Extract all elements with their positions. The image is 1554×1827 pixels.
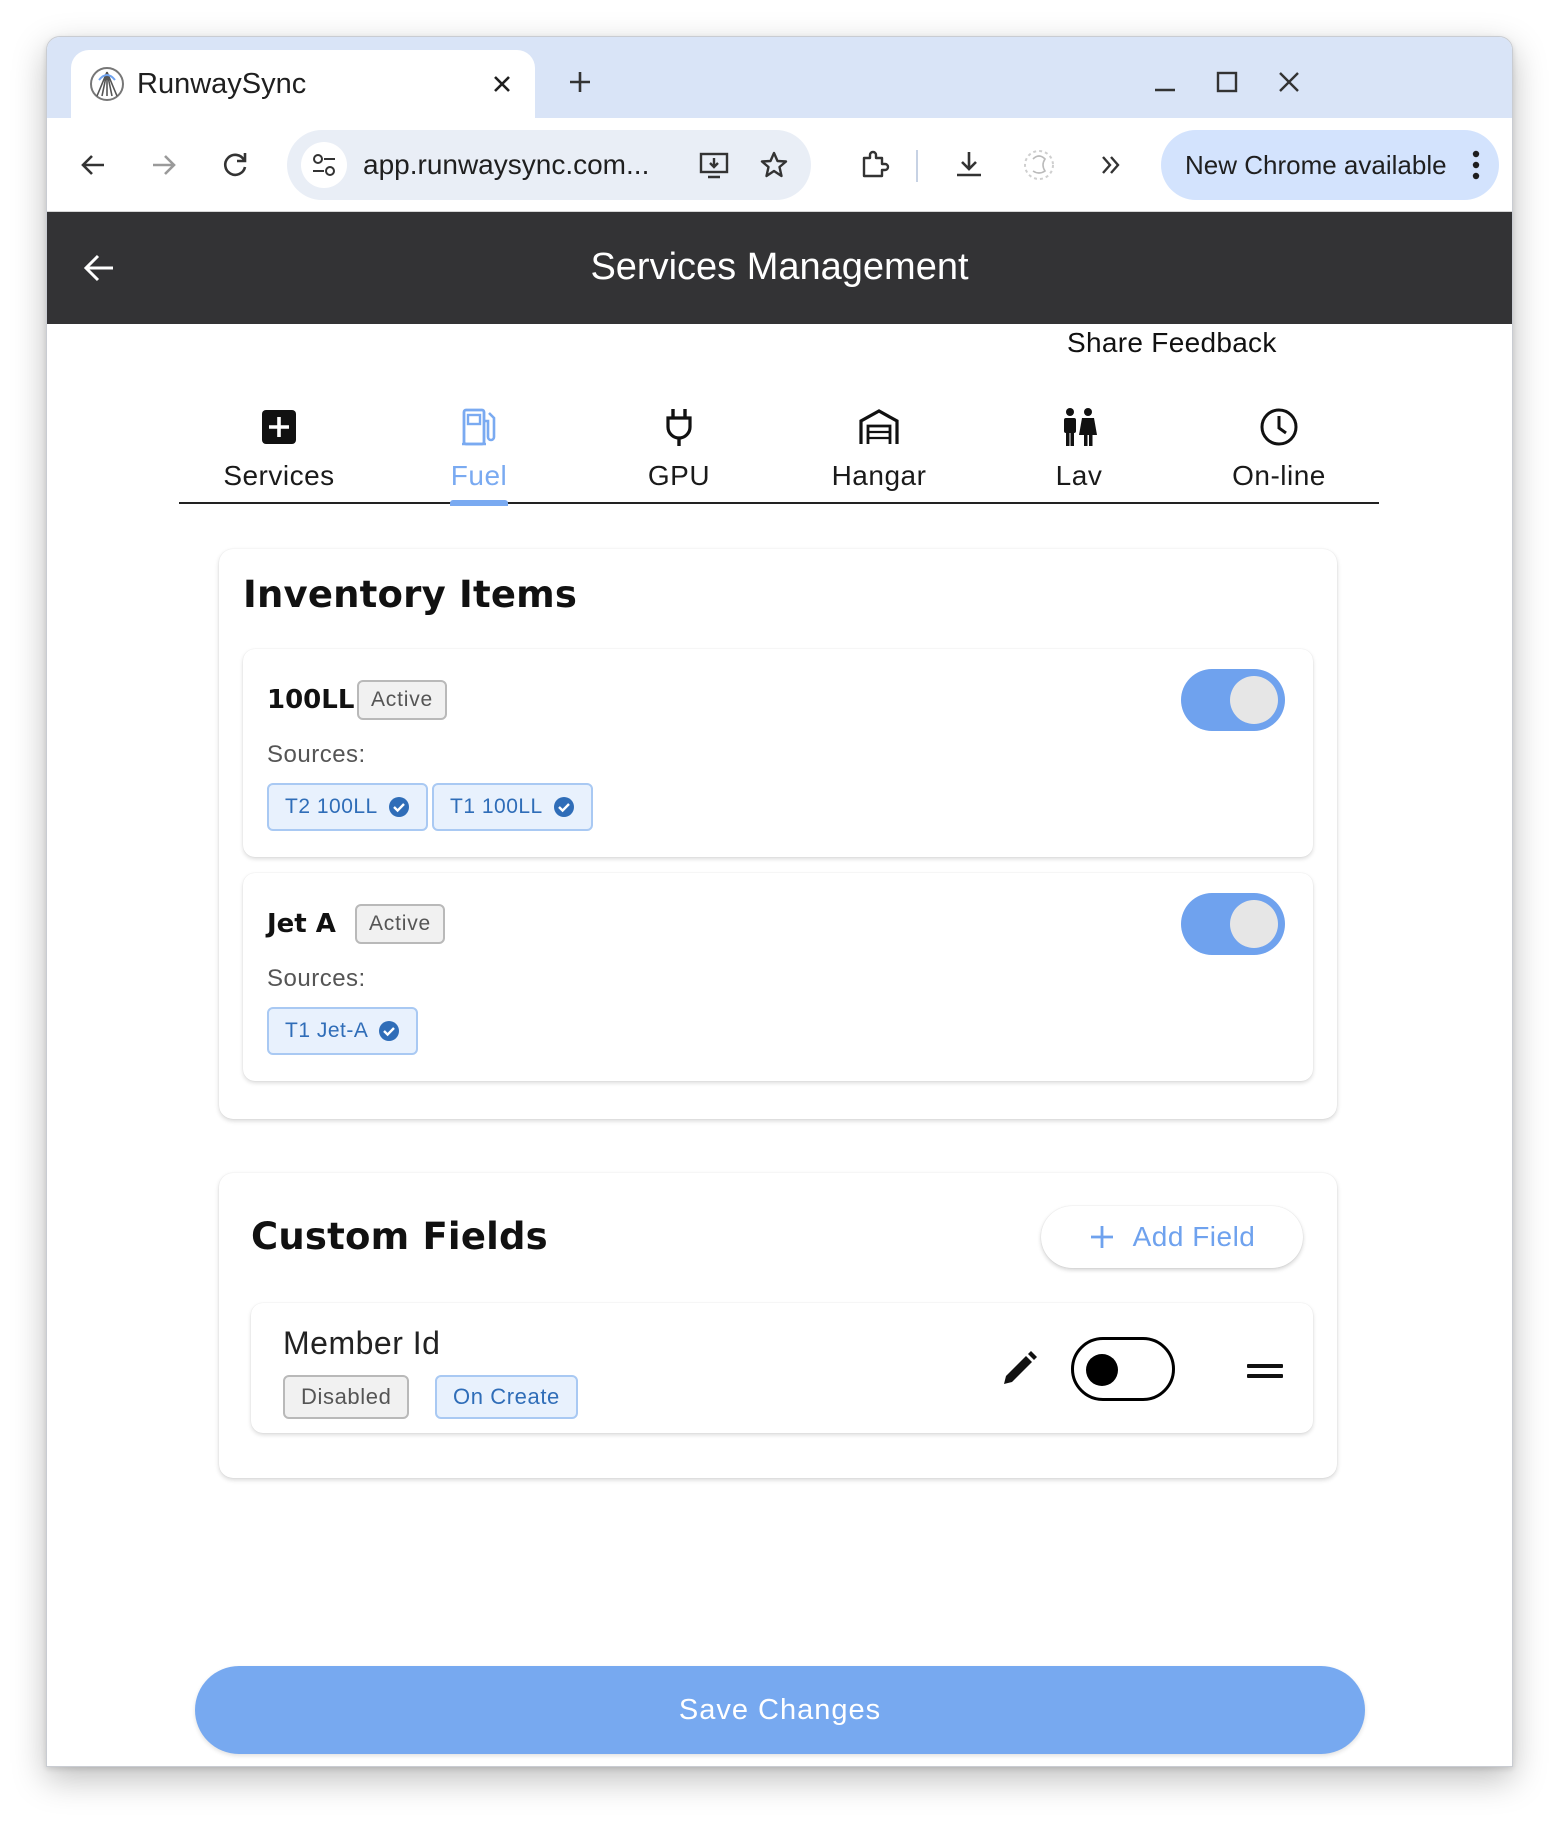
active-tab-indicator (450, 500, 508, 506)
tab-lav[interactable]: Lav (979, 394, 1179, 504)
tab-hangar[interactable]: Hangar (779, 394, 979, 504)
inventory-item: 100LL Active Sources: T2 100LL T1 100LL (243, 649, 1313, 857)
plus-box-icon (256, 404, 302, 450)
close-window-icon[interactable] (1264, 57, 1314, 107)
pencil-icon[interactable] (997, 1347, 1041, 1391)
plus-icon (1090, 1226, 1113, 1248)
drag-handle-icon[interactable] (1247, 1359, 1283, 1383)
browser-window: RunwaySync app.runwaysync.com... New Chr… (46, 36, 1513, 1767)
status-badge: Active (355, 904, 445, 944)
inventory-item: Jet A Active Sources: T1 Jet-A (243, 873, 1313, 1081)
page-title: Services Management (590, 246, 969, 288)
service-tabs: Services Fuel GPU Hangar Lav On-line (179, 394, 1379, 506)
item-enabled-toggle[interactable] (1181, 893, 1285, 955)
fuel-pump-icon (456, 404, 502, 450)
add-field-button[interactable]: Add Field (1041, 1206, 1303, 1268)
save-changes-button[interactable]: Save Changes (195, 1666, 1365, 1754)
custom-field-row: Member Id Disabled On Create (251, 1303, 1313, 1433)
url-text: app.runwaysync.com... (363, 149, 650, 180)
check-circle-icon (388, 797, 409, 817)
toolbar-separator (916, 150, 918, 182)
item-enabled-toggle[interactable] (1181, 669, 1285, 731)
app-header: Services Management (47, 212, 1512, 324)
item-name: 100LL (267, 685, 355, 715)
inventory-title: Inventory Items (243, 573, 578, 616)
tab-fuel[interactable]: Fuel (379, 394, 579, 506)
toggle-knob (1086, 1354, 1118, 1386)
power-plug-icon (656, 404, 702, 450)
tab-online[interactable]: On-line (1179, 394, 1379, 504)
profile-avatar-icon[interactable] (1013, 139, 1065, 191)
site-info-icon[interactable] (301, 142, 347, 188)
source-chip: T1 100LL (432, 783, 593, 831)
check-circle-icon (553, 797, 574, 817)
source-chip: T1 Jet-A (267, 1007, 419, 1055)
browser-toolbar: app.runwaysync.com... New Chrome availab… (47, 118, 1512, 212)
tab-strip: RunwaySync (47, 37, 1512, 118)
toggle-knob (1230, 676, 1278, 724)
browser-tab-title: RunwaySync (137, 67, 307, 100)
check-circle-icon (379, 1021, 400, 1041)
source-chip: T2 100LL (267, 783, 428, 831)
field-name: Member Id (283, 1325, 441, 1361)
back-icon[interactable] (67, 139, 119, 191)
runwaysync-favicon-icon (90, 67, 124, 101)
extensions-icon[interactable] (849, 139, 901, 191)
minimize-icon[interactable] (1140, 57, 1190, 107)
tab-services[interactable]: Services (179, 394, 379, 504)
omnibox[interactable]: app.runwaysync.com... (287, 130, 811, 200)
source-chip-label: T1 100LL (450, 795, 543, 818)
save-changes-label: Save Changes (678, 1693, 882, 1726)
chrome-update-label: New Chrome available (1185, 149, 1447, 180)
downloads-icon[interactable] (943, 139, 995, 191)
inventory-card: Inventory Items 100LL Active Sources: T2… (219, 549, 1337, 1119)
browser-tab[interactable]: RunwaySync (71, 50, 535, 118)
custom-fields-card: Custom Fields Add Field Member Id Disabl… (219, 1173, 1337, 1478)
tab-label: Fuel (450, 460, 508, 491)
field-enabled-toggle[interactable] (1071, 1337, 1175, 1401)
tab-label: Hangar (831, 460, 927, 491)
item-name: Jet A (267, 909, 336, 939)
hangar-icon (856, 404, 902, 450)
forward-icon[interactable] (138, 139, 190, 191)
sources-label: Sources: (267, 965, 366, 992)
tab-label: Lav (1055, 460, 1103, 491)
tab-label: Services (223, 460, 335, 491)
sources-label: Sources: (267, 741, 366, 768)
add-field-label: Add Field (1132, 1221, 1256, 1252)
maximize-icon[interactable] (1202, 57, 1252, 107)
reload-icon[interactable] (209, 139, 261, 191)
source-chip-label: T1 Jet-A (285, 1019, 369, 1042)
install-app-icon[interactable] (691, 142, 737, 188)
custom-fields-title: Custom Fields (251, 1215, 548, 1258)
toggle-knob (1230, 900, 1278, 948)
tab-gpu[interactable]: GPU (579, 394, 779, 504)
more-tools-chevron-icon[interactable] (1085, 139, 1137, 191)
close-tab-icon[interactable] (487, 69, 517, 99)
clock-icon (1256, 404, 1302, 450)
field-state-badge: Disabled (283, 1375, 410, 1419)
kebab-menu-icon[interactable] (1471, 149, 1481, 181)
tab-label: GPU (647, 460, 711, 491)
restroom-icon (1056, 404, 1102, 450)
bookmark-star-icon[interactable] (751, 142, 797, 188)
new-tab-icon[interactable] (557, 59, 603, 105)
source-chip-label: T2 100LL (285, 795, 378, 818)
share-feedback-link[interactable]: Share Feedback (1067, 327, 1277, 359)
tab-label: On-line (1232, 460, 1326, 491)
field-trigger-badge: On Create (435, 1375, 578, 1419)
chrome-update-button[interactable]: New Chrome available (1161, 130, 1499, 200)
status-badge: Active (357, 680, 447, 720)
